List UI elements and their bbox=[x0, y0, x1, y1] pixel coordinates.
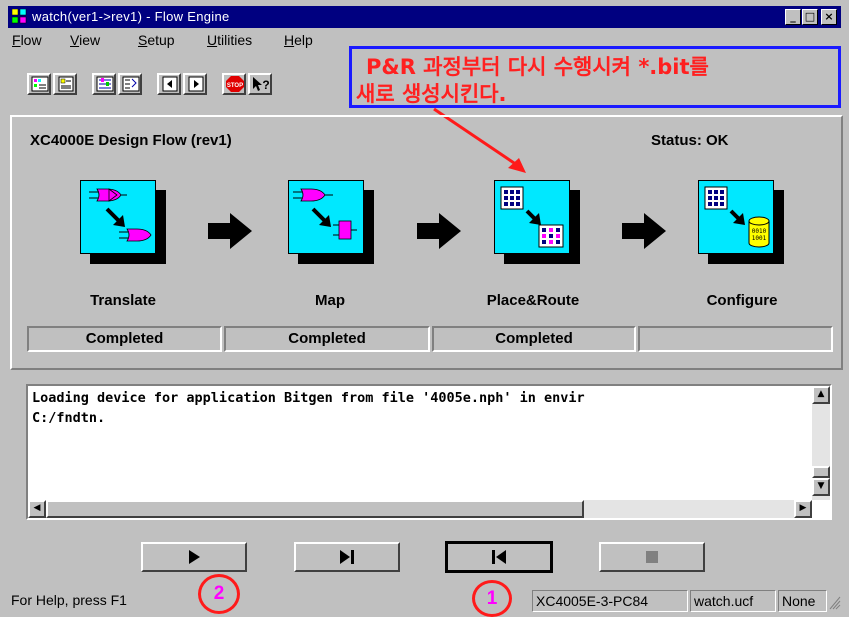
play-button[interactable] bbox=[141, 542, 247, 572]
close-button[interactable]: × bbox=[821, 9, 837, 25]
annotation-line-1: P&R 과정부터 다시 수행시켜 *.bit를 bbox=[366, 55, 709, 79]
step-label-configure: Configure bbox=[706, 292, 778, 309]
place-route-step-icon[interactable] bbox=[494, 180, 580, 264]
rewind-button[interactable] bbox=[445, 541, 553, 573]
scroll-left-button[interactable]: ◀ bbox=[28, 500, 46, 518]
svg-text:?: ? bbox=[262, 78, 269, 92]
step-status-translate: Completed bbox=[27, 326, 222, 352]
stop-square-icon bbox=[646, 551, 658, 563]
toolbar-stop-button[interactable]: STOP bbox=[222, 73, 246, 95]
scroll-down-button[interactable]: ▼ bbox=[812, 478, 830, 496]
window-title: watch(ver1->rev1) - Flow Engine bbox=[32, 9, 230, 24]
stop-icon: STOP bbox=[226, 76, 244, 92]
scroll-right-button[interactable]: ▶ bbox=[794, 500, 812, 518]
options-icon bbox=[96, 76, 114, 92]
flow-engine-window: watch(ver1->rev1) - Flow Engine _ □ × Fl… bbox=[0, 0, 849, 617]
help-icon: ? bbox=[253, 77, 270, 92]
annotation-line-2: 새로 생성시킨다. bbox=[356, 82, 507, 106]
scroll-up-button[interactable]: ▲ bbox=[812, 386, 830, 404]
step-icon bbox=[31, 76, 49, 92]
flow-title: XC4000E Design Flow (rev1) bbox=[30, 132, 232, 149]
toolbar-step-button[interactable] bbox=[27, 73, 51, 95]
flow-arrow-icon bbox=[622, 213, 666, 249]
title-bar[interactable]: watch(ver1->rev1) - Flow Engine _ □ × bbox=[8, 6, 841, 28]
menu-view[interactable]: View bbox=[70, 32, 100, 48]
step-button[interactable] bbox=[294, 542, 400, 572]
svg-text:0010: 0010 bbox=[752, 228, 767, 235]
status-mode: None bbox=[778, 590, 827, 612]
status-help-text: For Help, press F1 bbox=[11, 592, 127, 608]
svg-text:STOP: STOP bbox=[227, 83, 243, 89]
resize-grip-icon[interactable] bbox=[829, 596, 841, 610]
toolbar-report-button[interactable] bbox=[53, 73, 77, 95]
report-icon bbox=[58, 76, 74, 92]
menu-utilities[interactable]: Utilities bbox=[207, 32, 252, 48]
toolbar-forward-button[interactable] bbox=[183, 73, 207, 95]
vertical-scroll-thumb[interactable] bbox=[812, 466, 830, 478]
step-status-configure bbox=[638, 326, 833, 352]
menu-flow[interactable]: Flow bbox=[12, 32, 42, 48]
annotation-box: P&R 과정부터 다시 수행시켜 *.bit를 새로 생성시킨다. bbox=[349, 46, 841, 108]
play-icon bbox=[189, 550, 200, 564]
status-device: XC4005E-3-PC84 bbox=[532, 590, 688, 612]
translate-step-icon[interactable] bbox=[80, 180, 166, 264]
back-icon bbox=[162, 76, 178, 92]
log-text: Loading device for application Bitgen fr… bbox=[32, 388, 585, 428]
step-status-map: Completed bbox=[224, 326, 430, 352]
flow-arrow-icon bbox=[208, 213, 252, 249]
horizontal-scroll-thumb[interactable] bbox=[46, 500, 584, 518]
stop-button[interactable] bbox=[599, 542, 705, 572]
toolbar-implementation-button[interactable] bbox=[118, 73, 142, 95]
marker-1: 1 bbox=[472, 580, 512, 617]
step-status-place-route: Completed bbox=[432, 326, 636, 352]
rewind-icon bbox=[492, 550, 506, 564]
toolbar-back-button[interactable] bbox=[157, 73, 181, 95]
svg-text:1001: 1001 bbox=[752, 235, 767, 242]
forward-icon bbox=[188, 76, 204, 92]
log-line: Loading device for application Bitgen fr… bbox=[32, 390, 585, 406]
status-ucf: watch.ucf bbox=[690, 590, 776, 612]
toolbar-help-button[interactable]: ? bbox=[248, 73, 272, 95]
marker-2: 2 bbox=[198, 574, 240, 614]
implementation-icon bbox=[122, 76, 140, 92]
step-label-map: Map bbox=[315, 292, 345, 309]
log-line: C:/fndtn. bbox=[32, 410, 106, 426]
step-label-place-route: Place&Route bbox=[486, 292, 580, 309]
flow-status: Status: OK bbox=[651, 132, 729, 149]
configure-step-icon[interactable]: 0010 1001 bbox=[698, 180, 784, 264]
maximize-button[interactable]: □ bbox=[802, 9, 818, 25]
app-icon bbox=[12, 9, 27, 24]
step-forward-icon bbox=[340, 550, 354, 564]
flow-arrow-icon bbox=[417, 213, 461, 249]
step-label-translate: Translate bbox=[90, 292, 156, 309]
toolbar-options-button[interactable] bbox=[92, 73, 116, 95]
status-bar: For Help, press F1 XC4005E-3-PC84 watch.… bbox=[8, 590, 841, 614]
menu-setup[interactable]: Setup bbox=[138, 32, 175, 48]
minimize-button[interactable]: _ bbox=[785, 9, 801, 25]
menu-help[interactable]: Help bbox=[284, 32, 313, 48]
map-step-icon[interactable] bbox=[288, 180, 374, 264]
